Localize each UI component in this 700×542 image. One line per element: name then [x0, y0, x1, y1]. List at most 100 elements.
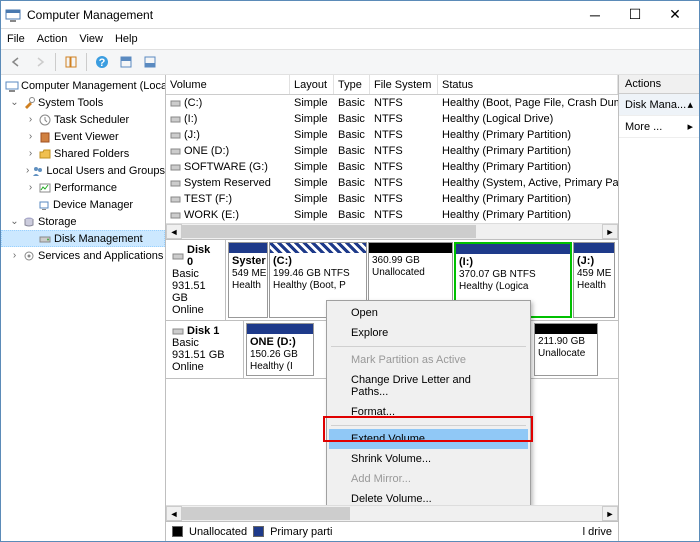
- volume-name: WORK (E:): [184, 209, 239, 221]
- menu-action[interactable]: Action: [37, 33, 68, 45]
- tree-performance[interactable]: ›Performance: [1, 179, 165, 196]
- tree-event-viewer[interactable]: ›Event Viewer: [1, 128, 165, 145]
- volume-row[interactable]: (J:)SimpleBasicNTFSHealthy (Primary Part…: [166, 127, 618, 143]
- disk-icon: [172, 250, 184, 262]
- volume-hscroll[interactable]: ◄ ►: [166, 223, 618, 239]
- volume-icon: [170, 162, 181, 173]
- volume-list[interactable]: (C:)SimpleBasicNTFSHealthy (Boot, Page F…: [166, 95, 618, 223]
- scroll-right-button[interactable]: ►: [602, 224, 618, 239]
- volume-icon: [170, 178, 181, 189]
- titlebar: Computer Management ─ ☐ ✕: [1, 1, 699, 29]
- disk-hscroll[interactable]: ◄ ►: [166, 505, 618, 521]
- legend-unalloc-swatch: [172, 526, 183, 537]
- cm-delete-volume[interactable]: Delete Volume...: [329, 489, 528, 505]
- close-button[interactable]: ✕: [655, 3, 695, 27]
- cm-shrink-volume[interactable]: Shrink Volume...: [329, 449, 528, 469]
- partition[interactable]: 211.90 GBUnallocate: [534, 323, 598, 376]
- scroll-track[interactable]: [182, 506, 602, 521]
- toolbar: ?: [1, 49, 699, 75]
- cm-open[interactable]: Open: [329, 303, 528, 323]
- actions-more[interactable]: More ... ▸: [619, 116, 699, 138]
- tree-root[interactable]: Computer Management (Local: [1, 77, 165, 94]
- col-volume[interactable]: Volume: [166, 75, 290, 94]
- scroll-track[interactable]: [182, 224, 602, 239]
- cm-explore[interactable]: Explore: [329, 323, 528, 343]
- show-hide-button[interactable]: [60, 51, 82, 73]
- disk-size: 931.51 GB: [172, 349, 237, 361]
- volume-row[interactable]: TEST (F:)SimpleBasicNTFSHealthy (Primary…: [166, 191, 618, 207]
- disk-icon: [172, 325, 184, 337]
- cm-change-letter[interactable]: Change Drive Letter and Paths...: [329, 370, 528, 402]
- scroll-thumb[interactable]: [182, 225, 476, 238]
- tree-local-users[interactable]: ›Local Users and Groups: [1, 162, 165, 179]
- volume-type: Basic: [334, 129, 370, 141]
- view-bottom-button[interactable]: [139, 51, 161, 73]
- expand-icon[interactable]: ›: [25, 114, 36, 125]
- disk-label[interactable]: Disk 1Basic931.51 GBOnline: [166, 321, 244, 378]
- volume-type: Basic: [334, 161, 370, 173]
- tree-storage[interactable]: ⌄Storage: [1, 213, 165, 230]
- volume-row[interactable]: (I:)SimpleBasicNTFSHealthy (Logical Driv…: [166, 111, 618, 127]
- expand-icon[interactable]: ›: [9, 250, 20, 261]
- volume-row[interactable]: WORK (E:)SimpleBasicNTFSHealthy (Primary…: [166, 207, 618, 223]
- volume-status: Healthy (Primary Partition): [438, 209, 618, 221]
- context-menu[interactable]: Open Explore Mark Partition as Active Ch…: [326, 300, 531, 505]
- partition[interactable]: (J:)459 MEHealth: [573, 242, 615, 318]
- tree-disk-management[interactable]: Disk Management: [1, 230, 165, 247]
- expand-icon[interactable]: ›: [25, 148, 36, 159]
- menu-help[interactable]: Help: [115, 33, 138, 45]
- collapse-icon[interactable]: ⌄: [9, 216, 20, 227]
- volume-layout: Simple: [290, 129, 334, 141]
- back-button[interactable]: [5, 51, 27, 73]
- volume-type: Basic: [334, 177, 370, 189]
- tree-shared-folders[interactable]: ›Shared Folders: [1, 145, 165, 162]
- collapse-icon[interactable]: ⌄: [9, 97, 20, 108]
- cm-add-mirror: Add Mirror...: [329, 469, 528, 489]
- expand-icon[interactable]: ›: [25, 131, 36, 142]
- scroll-thumb[interactable]: [182, 507, 350, 520]
- app-icon: [5, 7, 21, 23]
- partition[interactable]: ONE (D:)150.26 GBHealthy (I: [246, 323, 314, 376]
- expand-icon[interactable]: ›: [25, 182, 36, 193]
- volume-row[interactable]: (C:)SimpleBasicNTFSHealthy (Boot, Page F…: [166, 95, 618, 111]
- volume-type: Basic: [334, 145, 370, 157]
- scroll-left-button[interactable]: ◄: [166, 506, 182, 521]
- partition-stripe: [574, 243, 614, 253]
- disk-icon: [38, 232, 52, 246]
- col-status[interactable]: Status: [438, 75, 618, 94]
- disk-graphic-panel[interactable]: Disk 0Basic931.51 GBOnlineSyster549 MEHe…: [166, 239, 618, 505]
- view-top-button[interactable]: [115, 51, 137, 73]
- volume-name: (C:): [184, 97, 202, 109]
- help-button[interactable]: ?: [91, 51, 113, 73]
- nav-tree[interactable]: Computer Management (Local ⌄ System Tool…: [1, 75, 166, 541]
- scroll-left-button[interactable]: ◄: [166, 224, 182, 239]
- expand-icon[interactable]: ›: [25, 165, 30, 176]
- actions-disk-mgmt[interactable]: Disk Mana... ▴: [619, 94, 699, 116]
- disk-size: 931.51 GB: [172, 280, 219, 304]
- col-fs[interactable]: File System: [370, 75, 438, 94]
- volume-layout: Simple: [290, 161, 334, 173]
- cm-format[interactable]: Format...: [329, 402, 528, 422]
- disk-label[interactable]: Disk 0Basic931.51 GBOnline: [166, 240, 226, 320]
- forward-button[interactable]: [29, 51, 51, 73]
- tree-services[interactable]: ›Services and Applications: [1, 247, 165, 264]
- col-type[interactable]: Type: [334, 75, 370, 94]
- maximize-button[interactable]: ☐: [615, 3, 655, 27]
- partition[interactable]: Syster549 MEHealth: [228, 242, 268, 318]
- cm-extend-volume[interactable]: Extend Volume...: [329, 429, 528, 449]
- col-layout[interactable]: Layout: [290, 75, 334, 94]
- scroll-right-button[interactable]: ►: [602, 506, 618, 521]
- partition-info: ONE (D:)150.26 GBHealthy (I: [247, 334, 313, 375]
- menu-file[interactable]: File: [7, 33, 25, 45]
- tree-device-manager[interactable]: Device Manager: [1, 196, 165, 213]
- menu-view[interactable]: View: [79, 33, 103, 45]
- volume-row[interactable]: SOFTWARE (G:)SimpleBasicNTFSHealthy (Pri…: [166, 159, 618, 175]
- tree-task-scheduler[interactable]: ›Task Scheduler: [1, 111, 165, 128]
- book-icon: [38, 130, 52, 144]
- volume-row[interactable]: ONE (D:)SimpleBasicNTFSHealthy (Primary …: [166, 143, 618, 159]
- volume-fs: NTFS: [370, 113, 438, 125]
- volume-status: Healthy (Logical Drive): [438, 113, 618, 125]
- volume-row[interactable]: System ReservedSimpleBasicNTFSHealthy (S…: [166, 175, 618, 191]
- tree-system-tools[interactable]: ⌄ System Tools: [1, 94, 165, 111]
- minimize-button[interactable]: ─: [575, 3, 615, 27]
